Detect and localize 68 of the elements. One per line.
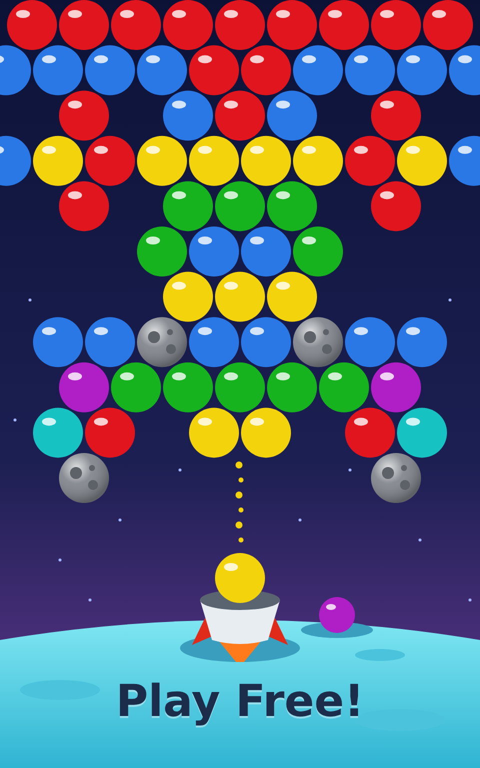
- bubble: [319, 362, 369, 412]
- bubble: [371, 181, 421, 232]
- bubble: [33, 408, 83, 458]
- bubble: [189, 317, 239, 368]
- bubble: [293, 45, 343, 96]
- bubble: [345, 45, 395, 96]
- bubble: [85, 136, 135, 186]
- bubble: [215, 362, 265, 412]
- bubble: [345, 317, 395, 368]
- bubble: [241, 226, 291, 276]
- bubble: [59, 181, 109, 232]
- bubble: [371, 90, 421, 141]
- bubble: [189, 45, 239, 96]
- bubble: [163, 272, 213, 322]
- bubble: [345, 408, 395, 458]
- bubble: [163, 90, 213, 141]
- bubble: [163, 362, 213, 412]
- bubble: [215, 272, 265, 322]
- next-bubble: [319, 597, 355, 633]
- bubble: [319, 0, 369, 50]
- bubble: [267, 90, 317, 141]
- bubble: [371, 0, 421, 50]
- bubble: [293, 226, 343, 276]
- bubble: [215, 0, 265, 50]
- rock: [59, 453, 109, 503]
- bubble: [137, 45, 187, 96]
- bubble: [85, 408, 135, 458]
- bubble: [397, 408, 447, 458]
- bubble: [137, 136, 187, 186]
- bubble: [345, 136, 395, 186]
- bubble: [241, 45, 291, 96]
- rock: [371, 453, 421, 503]
- bubble: [189, 408, 239, 458]
- bubble: [85, 317, 135, 368]
- bubble: [371, 362, 421, 412]
- bubble: [449, 136, 480, 186]
- bubble: [189, 136, 239, 186]
- bubble: [33, 136, 83, 186]
- loaded-bubble: [215, 553, 265, 603]
- bubble: [397, 136, 447, 186]
- bubble: [33, 45, 83, 96]
- bubble: [267, 362, 317, 412]
- bubble: [397, 45, 447, 96]
- bubble: [85, 45, 135, 96]
- bubble: [267, 272, 317, 322]
- bubble: [0, 136, 31, 186]
- bubble: [241, 317, 291, 368]
- bubble: [33, 317, 83, 368]
- bubble: [241, 136, 291, 186]
- bubble: [189, 226, 239, 276]
- bubble: [163, 181, 213, 232]
- bubble: [163, 0, 213, 50]
- bubble: [111, 0, 161, 50]
- caption-text: Play Free!: [116, 676, 364, 727]
- bubble: [241, 408, 291, 458]
- bubble: [397, 317, 447, 368]
- bubble: [111, 362, 161, 412]
- bubble: [59, 90, 109, 141]
- bubble: [267, 0, 317, 50]
- bubble: [59, 0, 109, 50]
- bubble: [59, 362, 109, 412]
- bubble: [137, 226, 187, 276]
- bubble: [215, 90, 265, 141]
- rock: [293, 317, 343, 368]
- bubble: [267, 181, 317, 232]
- bubble: [215, 181, 265, 232]
- bubble: [293, 136, 343, 186]
- rock: [137, 317, 187, 368]
